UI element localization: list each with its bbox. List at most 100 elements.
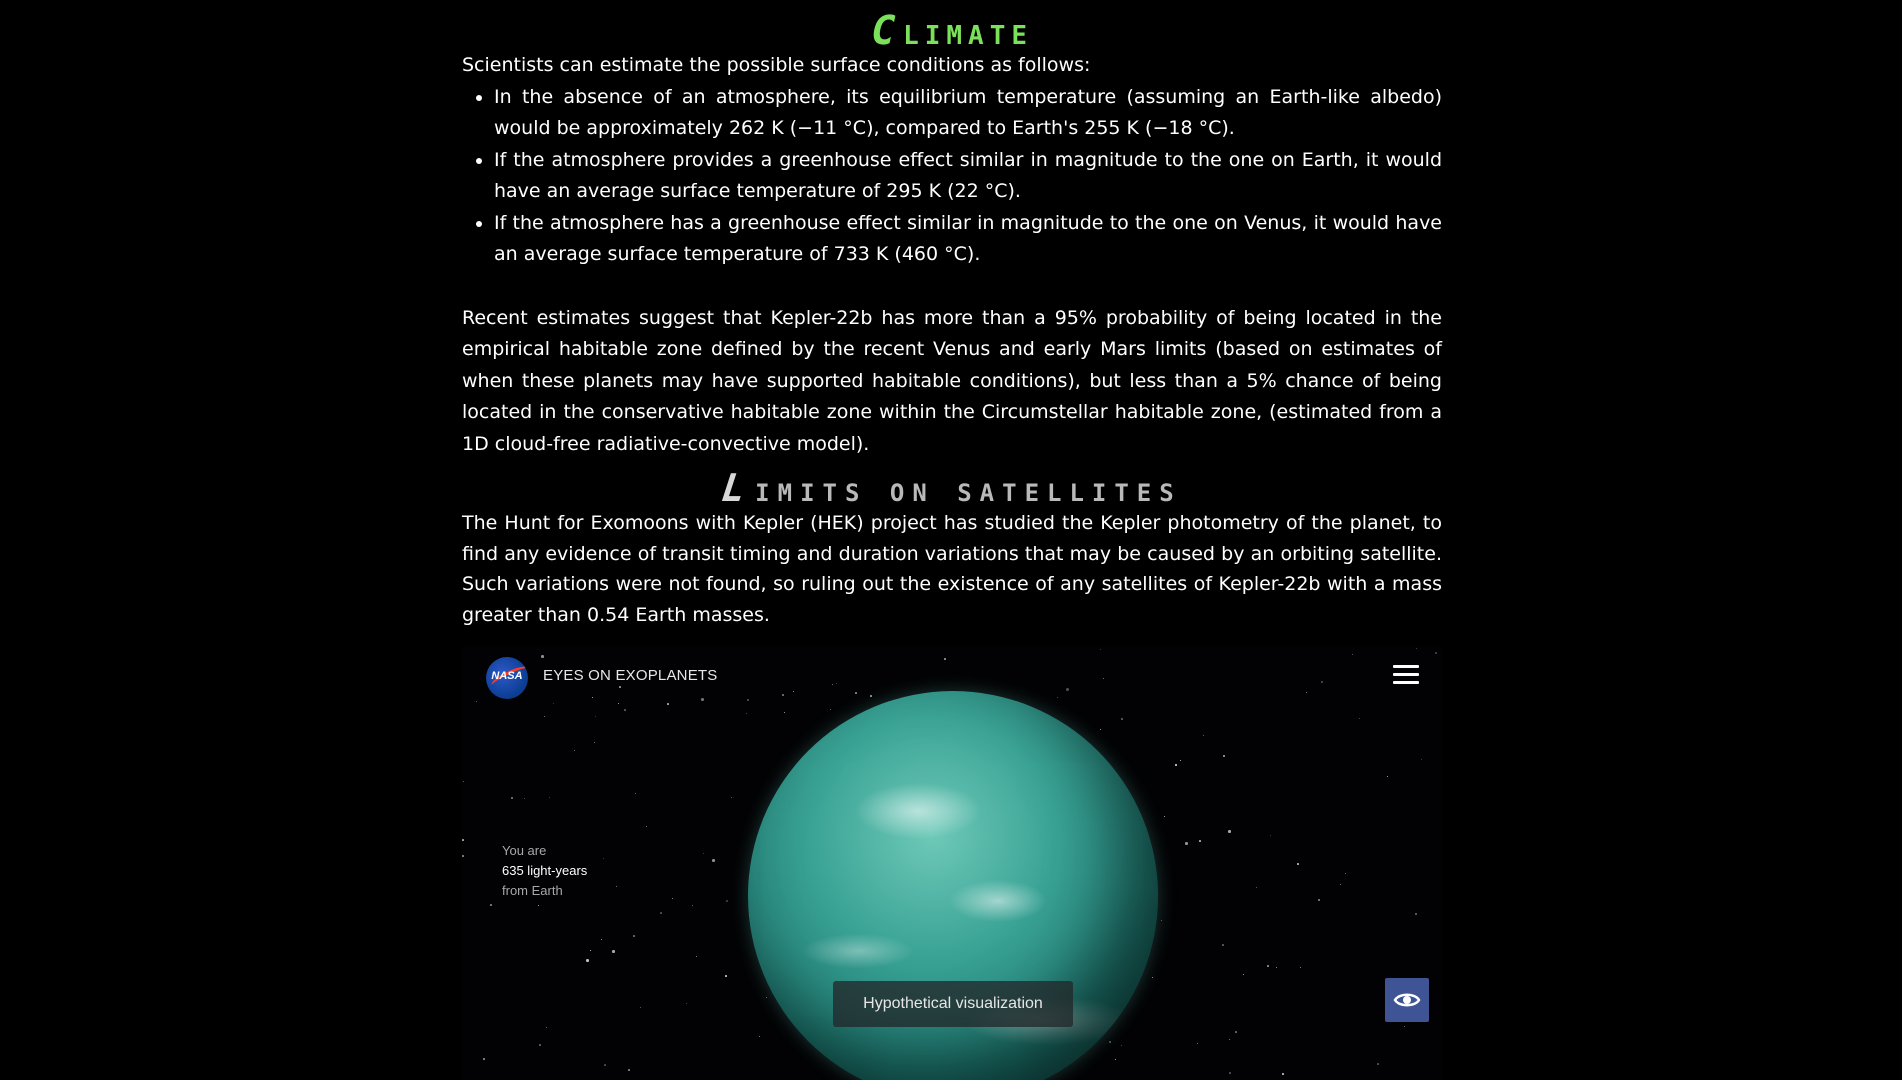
star: [759, 1036, 760, 1037]
star: [1175, 764, 1177, 766]
distance-value: 635 light-years: [502, 863, 588, 878]
star: [640, 1007, 641, 1008]
star: [696, 956, 697, 957]
star: [703, 853, 704, 854]
star: [586, 959, 589, 962]
star: [1416, 648, 1417, 649]
distance-readout: You are 635 light-years from Earth: [502, 841, 587, 901]
star: [1103, 678, 1104, 679]
star: [1229, 1072, 1231, 1074]
star: [538, 905, 539, 906]
hypothetical-visualization-label: Hypothetical visualization: [833, 981, 1073, 1027]
eye-icon: [1393, 993, 1421, 1007]
climate-bullet: If the atmosphere has a greenhouse effec…: [494, 208, 1442, 271]
star: [595, 716, 596, 717]
eyes-on-exoplanets-viewer[interactable]: NASA EYES ON EXOPLANETS You are 635 ligh…: [462, 646, 1442, 1080]
view-toggle-button[interactable]: [1385, 978, 1429, 1022]
star: [660, 912, 662, 914]
star: [726, 900, 728, 902]
hamburger-menu-icon[interactable]: [1393, 665, 1419, 685]
nasa-logo[interactable]: NASA: [486, 657, 528, 699]
star: [747, 699, 749, 701]
star: [1100, 729, 1101, 730]
star: [686, 1003, 687, 1004]
star: [793, 691, 794, 692]
star: [1318, 899, 1320, 901]
star: [511, 797, 513, 799]
star: [618, 703, 619, 704]
star: [1345, 873, 1346, 874]
star: [1243, 974, 1244, 975]
star: [766, 997, 767, 998]
star: [616, 886, 617, 887]
viewer-title[interactable]: EYES ON EXOPLANETS: [543, 667, 718, 684]
climate-bullet: If the atmosphere provides a greenhouse …: [494, 145, 1442, 208]
nasa-logo-text: NASA: [491, 670, 523, 682]
star: [944, 658, 946, 660]
star: [1180, 760, 1181, 761]
star: [784, 712, 785, 713]
star: [1270, 835, 1271, 836]
star: [601, 939, 602, 940]
star: [1435, 652, 1437, 654]
star: [1340, 884, 1341, 885]
distance-suffix: from Earth: [502, 883, 563, 898]
satellites-heading-rest: imits on satellites: [755, 479, 1182, 507]
satellites-paragraph: The Hunt for Exomoons with Kepler (HEK) …: [462, 512, 1442, 626]
star: [1109, 1041, 1111, 1043]
distance-prefix: You are: [502, 843, 547, 858]
star: [624, 709, 626, 711]
star: [731, 797, 732, 798]
star: [830, 709, 831, 710]
star: [603, 858, 604, 859]
climate-paragraph: Recent estimates suggest that Kepler-22b…: [462, 306, 1442, 455]
star: [619, 686, 621, 688]
star: [490, 904, 492, 906]
star: [1152, 977, 1153, 978]
star: [870, 695, 872, 697]
star: [476, 701, 477, 702]
star: [1164, 816, 1165, 817]
menu-bar: [1393, 665, 1419, 668]
star: [1100, 649, 1101, 650]
climate-heading: Climate: [462, 0, 1442, 60]
star: [836, 683, 837, 684]
star: [1404, 1026, 1405, 1027]
star: [594, 742, 595, 743]
star: [1228, 830, 1231, 833]
star: [1185, 842, 1188, 845]
star: [463, 781, 464, 782]
star: [574, 750, 575, 751]
star: [546, 1027, 547, 1028]
star: [1115, 1059, 1116, 1060]
satellites-heading: Limits on satellites: [462, 466, 1442, 510]
star: [1121, 1045, 1122, 1046]
star: [635, 793, 636, 794]
star: [539, 1044, 541, 1046]
star: [1421, 759, 1422, 760]
star: [483, 1058, 485, 1060]
star: [1359, 718, 1360, 719]
star: [1057, 697, 1058, 698]
star: [692, 905, 693, 906]
star: [712, 859, 715, 862]
star: [667, 703, 669, 705]
star: [612, 950, 615, 953]
star: [1223, 755, 1225, 757]
climate-heading-initial: C: [866, 8, 906, 54]
star: [592, 697, 593, 698]
star: [1321, 681, 1323, 683]
star: [1256, 887, 1257, 888]
star: [1199, 840, 1201, 842]
star: [462, 855, 464, 857]
menu-bar: [1393, 673, 1419, 676]
star: [1197, 1043, 1198, 1044]
climate-bullet-list: In the absence of an atmosphere, its equ…: [462, 82, 1442, 271]
star: [1415, 913, 1417, 915]
star: [855, 692, 857, 694]
climate-bullet: In the absence of an atmosphere, its equ…: [494, 82, 1442, 145]
star: [1235, 1031, 1237, 1033]
satellites-heading-initial: L: [715, 466, 761, 510]
star: [1276, 967, 1277, 968]
